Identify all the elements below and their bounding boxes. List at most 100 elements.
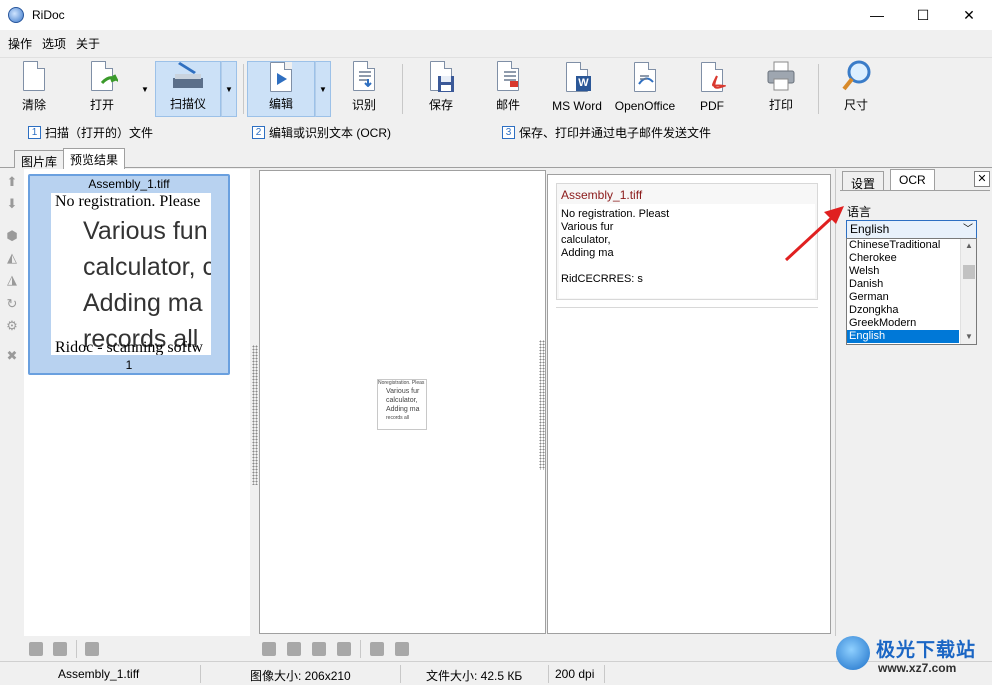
scroll-down-icon[interactable]: ▼ [961,330,976,344]
language-option[interactable]: Danish [847,278,959,291]
status-filename: Assembly_1.tiff [58,667,140,681]
scanner-button[interactable]: 扫描仪 [155,61,221,117]
step-3[interactable]: 3 保存、打印并通过电子邮件发送文件 [502,124,711,141]
ocr-result-filename: Assembly_1.tiff [561,188,643,202]
pdf-icon [696,62,728,96]
flip-vertical-icon[interactable]: ◮ [5,273,19,287]
view-mode-icon[interactable] [85,642,99,656]
workflow-steps: 1 扫描（打开的）文件 2 编辑或识别文本 (OCR) 3 保存、打印并通过电子… [0,121,992,143]
thumbnail-filename: Assembly_1.tiff [88,177,170,191]
flip-horizontal-icon[interactable]: ◭ [5,251,19,265]
close-button[interactable]: ✕ [946,0,992,30]
toolbar: 清除 打开 ▼ 扫描仪 ▼ 编辑 ▼ 识别 保存 邮件 W MS Word Op… [0,57,992,119]
zoom-in-icon[interactable] [312,642,326,656]
step-1[interactable]: 1 扫描（打开的）文件 [28,124,153,141]
openoffice-button[interactable]: OpenOffice [614,61,676,117]
main-tabs: 图片库 预览结果 [0,148,992,169]
clear-button[interactable]: 清除 [8,61,60,117]
language-option[interactable]: Welsh [847,265,959,278]
thumbnail-text-line: calculator, c [83,253,211,281]
language-label: 语言 [847,205,872,219]
step-3-number: 3 [502,126,515,139]
left-splitter[interactable] [252,345,258,485]
move-down-icon[interactable]: ⬇ [5,197,19,211]
step-1-text: 扫描（打开的）文件 [45,126,154,140]
page-preview[interactable]: Noregistration. Pleas Various fur calcul… [259,170,546,634]
edit-label: 编辑 [268,97,293,111]
save-icon [425,61,457,93]
zoom-width-icon[interactable] [287,642,301,656]
size-button[interactable]: 尺寸 [830,60,882,117]
language-option[interactable]: ChineseTraditional [847,239,959,252]
language-selected-value: English [850,222,890,236]
result-divider [556,307,818,308]
rotate-icon[interactable]: ↻ [5,297,19,311]
view-mode-icon[interactable] [53,642,67,656]
step-2-number: 2 [252,126,265,139]
size-label: 尺寸 [843,98,868,112]
watermark: 极光下载站 www.xz7.com [830,628,990,684]
ocr-result-text[interactable]: No registration. Pleast Various fur calc… [559,204,815,298]
scanner-dropdown[interactable]: ▼ [221,61,237,117]
rotate-right-icon[interactable] [395,642,409,656]
language-select[interactable]: English ﹀ [846,220,977,239]
delete-icon[interactable]: ✖ [5,349,19,363]
tab-gallery[interactable]: 图片库 [14,150,65,169]
menu-about[interactable]: 关于 [72,35,104,52]
tab-preview[interactable]: 预览结果 [63,148,126,169]
scroll-up-icon[interactable]: ▲ [961,239,976,253]
tab-settings[interactable]: 设置 [842,171,885,191]
preview-text-line: Adding ma [386,406,420,413]
zoom-out-icon[interactable] [337,642,351,656]
view-mode-icon[interactable] [29,642,43,656]
print-button[interactable]: 打印 [755,61,807,117]
language-dropdown-list[interactable]: ChineseTraditional Cherokee Welsh Danish… [846,238,977,345]
openoffice-icon [629,62,661,96]
mail-button[interactable]: 邮件 [482,61,534,117]
menu-options[interactable]: 选项 [38,35,70,52]
thumbnail-text-line: Various fun [83,217,208,245]
pdf-label: PDF [700,99,724,113]
middle-splitter[interactable] [539,340,545,470]
ocr-result-card[interactable]: Assembly_1.tiff No registration. Pleast … [556,183,818,300]
tab-ocr[interactable]: OCR [890,169,935,191]
maximize-button[interactable]: ☐ [900,0,946,30]
zoom-fit-icon[interactable] [262,642,276,656]
panel-close-icon[interactable]: ✕ [974,171,990,187]
step-2[interactable]: 2 编辑或识别文本 (OCR) [252,124,391,141]
rotate-left-icon[interactable] [370,642,384,656]
move-up-icon[interactable]: ⬆ [5,175,19,189]
menu-operations[interactable]: 操作 [4,35,36,52]
crop-icon[interactable]: ⬢ [5,229,19,243]
edit-button[interactable]: 编辑 [247,61,315,117]
language-list-scrollbar[interactable]: ▲ ▼ [960,239,976,344]
language-option[interactable]: Dzongkha [847,304,959,317]
thumbnail-image: No registration. Please Various fun calc… [51,193,211,355]
status-dpi: 200 dpi [555,667,595,681]
watermark-logo-icon [836,636,870,670]
pdf-button[interactable]: PDF [688,61,736,117]
save-button[interactable]: 保存 [415,61,467,117]
thumbnail-text-line: No registration. Please [55,193,201,210]
language-option[interactable]: Cherokee [847,252,959,265]
preview-text-line: Noregistration. Pleas [378,380,425,386]
thumbnail-card[interactable]: Assembly_1.tiff No registration. Please … [28,174,230,375]
minimize-button[interactable]: — [854,0,900,30]
preview-page-image: Noregistration. Pleas Various fur calcul… [377,379,427,430]
edit-dropdown[interactable]: ▼ [315,61,331,117]
ms-word-button[interactable]: W MS Word [548,61,606,117]
settings-icon[interactable]: ⚙ [5,319,19,333]
menu-bar: 操作 选项 关于 [0,31,992,56]
language-option[interactable]: German [847,291,959,304]
annotation-arrow-icon [784,206,844,262]
title-bar: RiDoc — ☐ ✕ [0,0,992,30]
mail-label: 邮件 [495,98,520,112]
window-title: RiDoc [32,8,65,22]
scrollbar-thumb[interactable] [963,265,975,279]
open-button[interactable]: 打开 [76,61,128,117]
preview-text-line: calculator, [386,397,418,404]
recognize-button[interactable]: 识别 [338,61,390,117]
language-option[interactable]: GreekModern [847,317,959,330]
open-dropdown[interactable]: ▼ [137,61,153,117]
language-option-selected[interactable]: English [847,330,959,343]
